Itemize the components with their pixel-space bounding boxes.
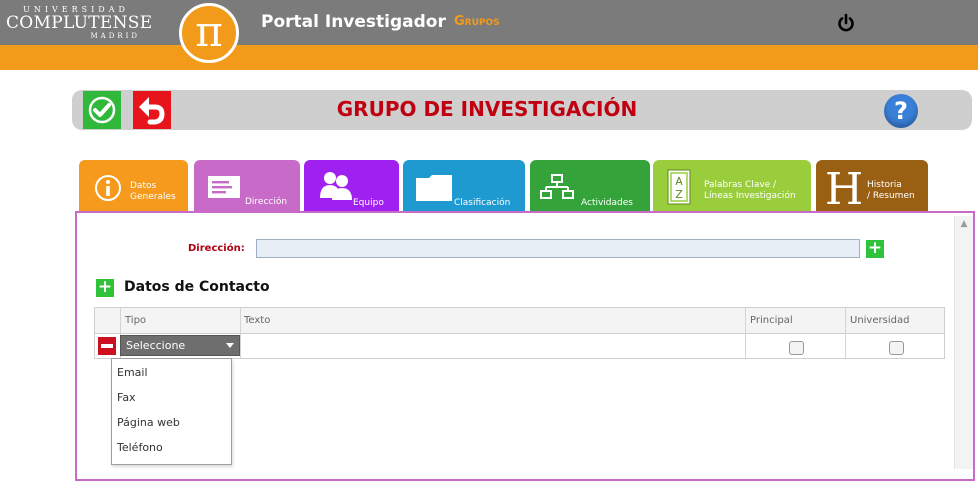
direccion-input[interactable] [256, 239, 860, 258]
pi-logo-icon[interactable]: π [179, 3, 239, 63]
tab-label: Dirección [245, 197, 288, 207]
tipo-select[interactable]: Seleccione [120, 335, 240, 356]
power-icon[interactable] [836, 13, 856, 33]
dropdown-option-email[interactable]: Email [117, 366, 148, 379]
tab-actividades[interactable]: Actividades [530, 160, 650, 212]
tab-direccion[interactable]: Dirección [194, 160, 300, 213]
tab-label: Clasificación [454, 198, 511, 208]
dropdown-option-fax[interactable]: Fax [117, 391, 136, 404]
add-direccion-button[interactable]: + [866, 240, 884, 258]
university-logo[interactable]: UNIVERSIDAD COMPLUTENSE MADRID [6, 5, 153, 43]
chevron-down-icon[interactable] [226, 343, 234, 348]
info-icon [95, 175, 121, 201]
universidad-checkbox[interactable] [889, 341, 904, 355]
logo-line-3: MADRID [90, 32, 140, 40]
column-header-tipo[interactable]: Tipo [125, 315, 146, 326]
svg-text:H: H [825, 164, 863, 210]
back-button[interactable] [133, 91, 171, 129]
column-separator [845, 308, 846, 358]
svg-text:A: A [675, 175, 683, 188]
tab-historia-resumen[interactable]: H Historia / Resumen [816, 160, 928, 212]
grupos-link[interactable]: Grupos [454, 14, 500, 29]
svg-text:Z: Z [675, 188, 683, 201]
help-button[interactable]: ? [884, 94, 918, 128]
dropdown-option-telefono[interactable]: Teléfono [117, 441, 163, 454]
users-icon [320, 172, 352, 200]
dropdown-option-pagina-web[interactable]: Página web [117, 416, 180, 429]
accent-bar [0, 45, 978, 70]
tab-label: Equipo [353, 198, 384, 208]
tab-label: Actividades [581, 198, 633, 208]
dictionary-icon: A Z [667, 169, 691, 205]
hierarchy-icon [540, 174, 574, 199]
column-header-principal[interactable]: Principal [750, 315, 793, 326]
tab-label: Palabras Clave / Líneas Investigación [704, 180, 796, 201]
folder-icon [416, 175, 452, 201]
logo-line-2: COMPLUTENSE [6, 13, 153, 33]
tipo-dropdown-list: Email Fax Página web Teléfono [111, 358, 232, 465]
tab-palabras-clave[interactable]: A Z Palabras Clave / Líneas Investigación [653, 160, 811, 212]
page-title: GRUPO DE INVESTIGACIÓN [336, 97, 638, 121]
scroll-up-icon[interactable]: ▲ [955, 216, 973, 232]
save-button[interactable] [83, 91, 121, 129]
add-contact-button[interactable]: + [96, 279, 114, 297]
remove-row-button[interactable] [98, 337, 116, 355]
app-title[interactable]: Portal Investigador [261, 12, 446, 32]
table-header [95, 308, 944, 334]
undo-arrow-icon [139, 97, 165, 125]
tab-clasificacion[interactable]: Clasificación [403, 160, 525, 212]
contact-section-title: Datos de Contacto [124, 279, 270, 295]
scrollbar[interactable]: ▲ [954, 216, 973, 469]
column-header-universidad[interactable]: Universidad [850, 315, 909, 326]
column-separator [745, 308, 746, 358]
letter-h-icon: H [825, 164, 863, 210]
principal-checkbox[interactable] [789, 341, 804, 355]
check-icon [88, 96, 116, 124]
direccion-label: Dirección: [188, 243, 245, 254]
column-separator [240, 308, 241, 358]
column-header-texto[interactable]: Texto [244, 315, 270, 326]
tab-label: Datos Generales [130, 181, 176, 202]
tab-label: Historia / Resumen [867, 180, 915, 201]
tab-datos-generales[interactable]: Datos Generales [79, 160, 188, 212]
tab-equipo[interactable]: Equipo [304, 160, 399, 212]
address-card-icon [208, 176, 240, 198]
